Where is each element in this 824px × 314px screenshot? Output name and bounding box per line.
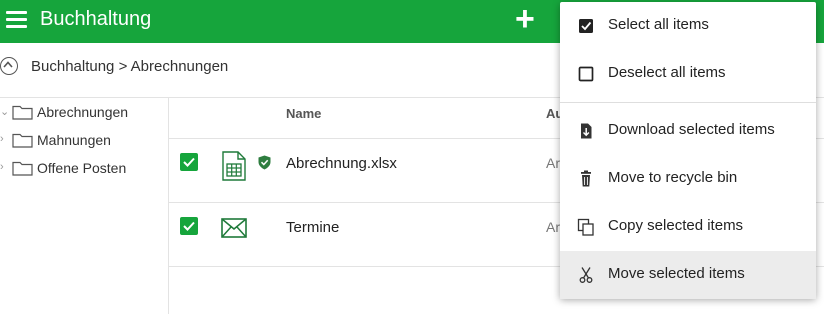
checkbox-empty-icon — [578, 66, 594, 82]
trash-icon — [581, 170, 591, 187]
menu-item-label: Select all items — [608, 16, 709, 33]
file-name[interactable]: Abrechnung.xlsx — [286, 155, 397, 172]
menu-divider — [560, 102, 816, 103]
selection-context-menu: Select all items Deselect all items Down… — [560, 2, 816, 299]
file-name[interactable]: Termine — [286, 219, 339, 236]
folder-tree: ⌄ Abrechnungen › Mahnungen › Offene Post… — [0, 98, 169, 314]
download-icon — [581, 123, 592, 139]
menu-item-move[interactable]: Move selected items — [560, 251, 816, 299]
plus-icon[interactable]: + — [515, 2, 535, 36]
folder-icon — [12, 161, 33, 176]
chevron-right-icon[interactable]: › — [0, 161, 4, 173]
menu-item-select-all[interactable]: Select all items — [560, 2, 816, 50]
row-checkbox[interactable] — [180, 217, 198, 235]
row-checkbox[interactable] — [180, 153, 198, 171]
shield-check-icon — [258, 155, 271, 170]
checkbox-checked-icon — [579, 19, 593, 33]
hamburger-icon[interactable] — [6, 11, 27, 29]
file-author: Ar — [546, 219, 560, 235]
menu-item-label: Move to recycle bin — [608, 169, 738, 186]
menu-item-label: Copy selected items — [608, 217, 744, 234]
folder-icon — [12, 105, 33, 120]
chevron-down-icon[interactable]: ⌄ — [0, 105, 9, 118]
column-header-name[interactable]: Name — [286, 106, 321, 121]
menu-item-download[interactable]: Download selected items — [560, 107, 816, 155]
menu-item-deselect-all[interactable]: Deselect all items — [560, 50, 816, 98]
chevron-up-circle-icon[interactable] — [0, 57, 18, 75]
tree-item-label: Abrechnungen — [37, 104, 129, 120]
scissors-icon — [579, 267, 593, 283]
menu-item-label: Deselect all items — [608, 64, 726, 81]
file-author: Ar — [546, 155, 560, 171]
menu-item-label: Move selected items — [608, 265, 745, 282]
menu-item-recycle-bin[interactable]: Move to recycle bin — [560, 155, 816, 203]
app-title: Buchhaltung — [40, 8, 152, 30]
menu-item-copy[interactable]: Copy selected items — [560, 203, 816, 251]
copy-icon — [577, 218, 594, 236]
menu-item-label: Download selected items — [608, 121, 775, 138]
mail-icon — [221, 218, 247, 238]
breadcrumb[interactable]: Buchhaltung > Abrechnungen — [31, 58, 228, 75]
spreadsheet-icon — [222, 151, 246, 181]
tree-item-label: Offene Posten — [37, 160, 127, 176]
folder-icon — [12, 133, 33, 148]
tree-item-label: Mahnungen — [37, 132, 111, 148]
chevron-right-icon[interactable]: › — [0, 133, 4, 145]
